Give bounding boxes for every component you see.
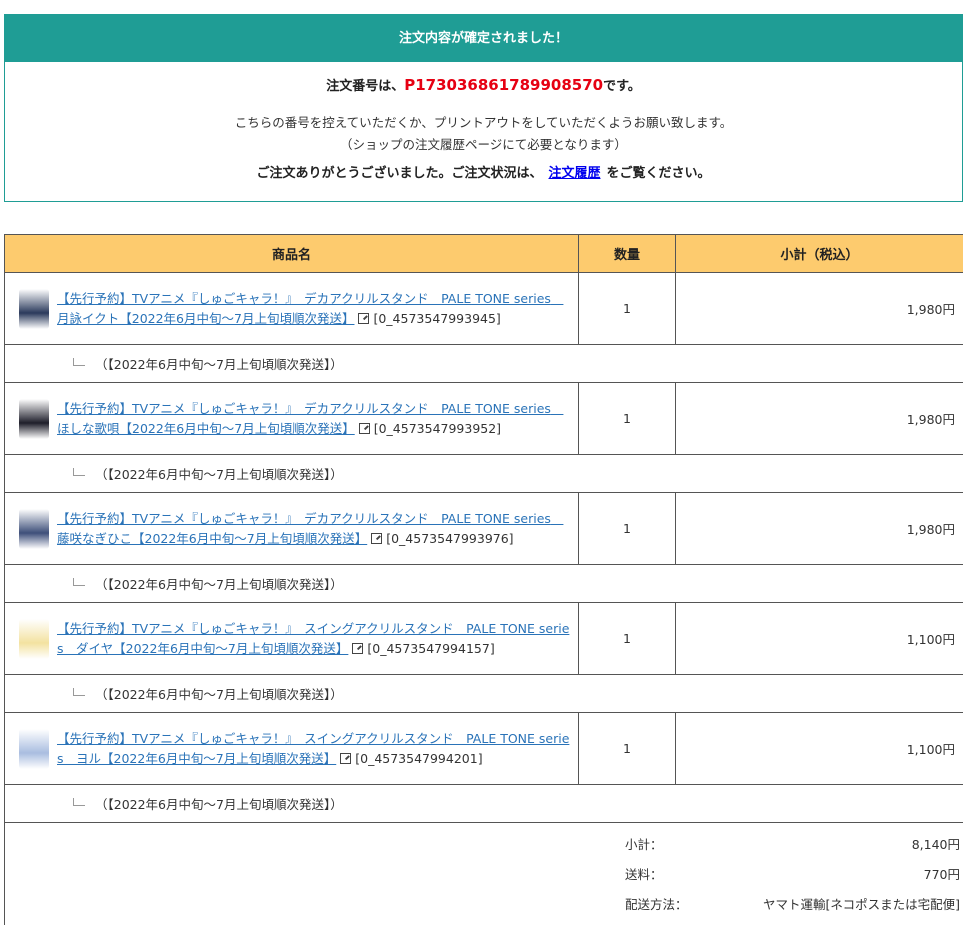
product-text: 【先行予約】TVアニメ『しゅごキャラ！』 スイングアクリルスタンド PALE T… xyxy=(57,729,572,769)
summary-shipping-label: 送料： xyxy=(625,867,663,882)
order-suffix: です。 xyxy=(603,79,641,94)
shipping-note-row: （【2022年6月中旬～7月上旬頃順次発送】） xyxy=(4,674,963,713)
thanks-suffix: をご覧ください。 xyxy=(606,166,711,181)
order-items-table: 商品名 数量 小計（税込） 【先行予約】TVアニメ『しゅごキャラ！』 デカアクリ… xyxy=(4,234,963,823)
summary-method-value: ヤマト運輸[ネコポスまたは宅配便] xyxy=(762,897,960,912)
product-cell: 【先行予約】TVアニメ『しゅごキャラ！』 デカアクリルスタンド PALE TON… xyxy=(4,492,579,565)
summary-shipping-value: 770円 xyxy=(923,867,960,882)
shipping-note-cell: （【2022年6月中旬～7月上旬頃順次発送】） xyxy=(4,454,963,493)
quantity-cell: 1 xyxy=(578,492,676,565)
product-thumbnail[interactable] xyxy=(19,398,49,439)
external-link-icon xyxy=(358,312,370,324)
order-history-link[interactable]: 注文履歴 xyxy=(548,166,600,181)
tree-branch-icon xyxy=(73,578,85,586)
shipping-note-text: （【2022年6月中旬～7月上旬頃順次発送】） xyxy=(95,467,343,482)
shipping-note-text: （【2022年6月中旬～7月上旬頃順次発送】） xyxy=(95,577,343,592)
shipping-note-row: （【2022年6月中旬～7月上旬頃順次発送】） xyxy=(4,344,963,383)
table-header-row: 商品名 数量 小計（税込） xyxy=(4,234,963,273)
product-code: [0_4573547993952] xyxy=(373,420,502,436)
shipping-note-cell: （【2022年6月中旬～7月上旬頃順次発送】） xyxy=(4,344,963,383)
product-code: [0_4573547993976] xyxy=(386,530,514,546)
quantity-cell: 1 xyxy=(578,382,676,455)
order-number: P173036861789908570 xyxy=(404,76,604,94)
product-thumbnail[interactable] xyxy=(19,618,49,659)
subtotal-cell: 1,980円 xyxy=(675,492,963,565)
product-cell: 【先行予約】TVアニメ『しゅごキャラ！』 デカアクリルスタンド PALE TON… xyxy=(4,272,579,345)
product-thumbnail[interactable] xyxy=(19,508,49,549)
table-row: 【先行予約】TVアニメ『しゅごキャラ！』 スイングアクリルスタンド PALE T… xyxy=(4,602,963,675)
product-text: 【先行予約】TVアニメ『しゅごキャラ！』 デカアクリルスタンド PALE TON… xyxy=(57,289,572,329)
shipping-note-row: （【2022年6月中旬～7月上旬頃順次発送】） xyxy=(4,784,963,823)
summary-subtotal-row: 小計： 8,140円 xyxy=(625,835,960,855)
summary-shipping-row: 送料： 770円 xyxy=(625,865,960,885)
product-text: 【先行予約】TVアニメ『しゅごキャラ！』 デカアクリルスタンド PALE TON… xyxy=(57,509,572,549)
product-code: [0_4573547993945] xyxy=(373,310,501,326)
shipping-note-row: （【2022年6月中旬～7月上旬頃順次発送】） xyxy=(4,564,963,603)
product-thumbnail[interactable] xyxy=(19,728,49,769)
table-row: 【先行予約】TVアニメ『しゅごキャラ！』 デカアクリルスタンド PALE TON… xyxy=(4,272,963,345)
header-quantity: 数量 xyxy=(578,234,676,273)
external-link-icon xyxy=(352,642,364,654)
keep-number-text: こちらの番号を控えていただくか、プリントアウトをしていただくようお願い致します。 xyxy=(234,115,733,130)
summary-subtotal-label: 小計： xyxy=(625,837,663,852)
table-row: 【先行予約】TVアニメ『しゅごキャラ！』 デカアクリルスタンド PALE TON… xyxy=(4,382,963,455)
product-text: 【先行予約】TVアニメ『しゅごキャラ！』 スイングアクリルスタンド PALE T… xyxy=(57,619,572,659)
shipping-note-cell: （【2022年6月中旬～7月上旬頃順次発送】） xyxy=(4,564,963,603)
product-code: [0_4573547994157] xyxy=(367,640,495,656)
table-row: 【先行予約】TVアニメ『しゅごキャラ！』 スイングアクリルスタンド PALE T… xyxy=(4,712,963,785)
header-product-name: 商品名 xyxy=(4,234,579,273)
confirmation-body: 注文番号は、P173036861789908570です。 こちらの番号を控えてい… xyxy=(5,74,962,185)
confirmation-header: 注文内容が確定されました！ xyxy=(5,15,962,62)
external-link-icon xyxy=(371,532,383,544)
tree-branch-icon xyxy=(73,798,85,806)
header-subtotal: 小計（税込） xyxy=(675,234,963,273)
shipping-note-row: （【2022年6月中旬～7月上旬頃順次発送】） xyxy=(4,454,963,493)
shipping-note-text: （【2022年6月中旬～7月上旬頃順次発送】） xyxy=(95,797,343,812)
tree-branch-icon xyxy=(73,468,85,476)
required-note: （ショップの注文履歴ページにて必要となります） xyxy=(340,137,627,152)
order-summary: 小計： 8,140円 送料： 770円 配送方法： ヤマト運輸[ネコポスまたは宅… xyxy=(4,822,963,925)
tree-branch-icon xyxy=(73,688,85,696)
quantity-cell: 1 xyxy=(578,272,676,345)
external-link-icon xyxy=(340,752,352,764)
order-confirmation-box: 注文内容が確定されました！ 注文番号は、P173036861789908570で… xyxy=(4,14,963,202)
summary-method-row: 配送方法： ヤマト運輸[ネコポスまたは宅配便] xyxy=(625,895,960,915)
order-number-line: 注文番号は、P173036861789908570です。 xyxy=(5,74,962,96)
product-cell: 【先行予約】TVアニメ『しゅごキャラ！』 スイングアクリルスタンド PALE T… xyxy=(4,712,579,785)
shipping-note-text: （【2022年6月中旬～7月上旬頃順次発送】） xyxy=(95,357,343,372)
quantity-cell: 1 xyxy=(578,602,676,675)
subtotal-cell: 1,980円 xyxy=(675,272,963,345)
shipping-note-cell: （【2022年6月中旬～7月上旬頃順次発送】） xyxy=(4,674,963,713)
external-link-icon xyxy=(358,422,370,434)
table-row: 【先行予約】TVアニメ『しゅごキャラ！』 デカアクリルスタンド PALE TON… xyxy=(4,492,963,565)
product-cell: 【先行予約】TVアニメ『しゅごキャラ！』 スイングアクリルスタンド PALE T… xyxy=(4,602,579,675)
shipping-note-cell: （【2022年6月中旬～7月上旬頃順次発送】） xyxy=(4,784,963,823)
summary-subtotal-value: 8,140円 xyxy=(911,837,960,852)
quantity-cell: 1 xyxy=(578,712,676,785)
product-thumbnail[interactable] xyxy=(19,288,49,329)
thanks-line: ご注文ありがとうございました。ご注文状況は、 注文履歴 をご覧ください。 xyxy=(5,163,962,185)
product-cell: 【先行予約】TVアニメ『しゅごキャラ！』 デカアクリルスタンド PALE TON… xyxy=(4,382,579,455)
summary-method-label: 配送方法： xyxy=(625,897,688,912)
subtotal-cell: 1,100円 xyxy=(675,712,963,785)
product-text: 【先行予約】TVアニメ『しゅごキャラ！』 デカアクリルスタンド PALE TON… xyxy=(57,399,572,439)
shipping-note-text: （【2022年6月中旬～7月上旬頃順次発送】） xyxy=(95,687,343,702)
product-code: [0_4573547994201] xyxy=(355,750,483,766)
subtotal-cell: 1,100円 xyxy=(675,602,963,675)
subtotal-cell: 1,980円 xyxy=(675,382,963,455)
order-prefix: 注文番号は、 xyxy=(326,79,405,94)
tree-branch-icon xyxy=(73,358,85,366)
product-link[interactable]: 【先行予約】TVアニメ『しゅごキャラ！』 スイングアクリルスタンド PALE T… xyxy=(57,731,569,766)
thanks-prefix: ご注文ありがとうございました。ご注文状況は、 xyxy=(256,166,543,181)
